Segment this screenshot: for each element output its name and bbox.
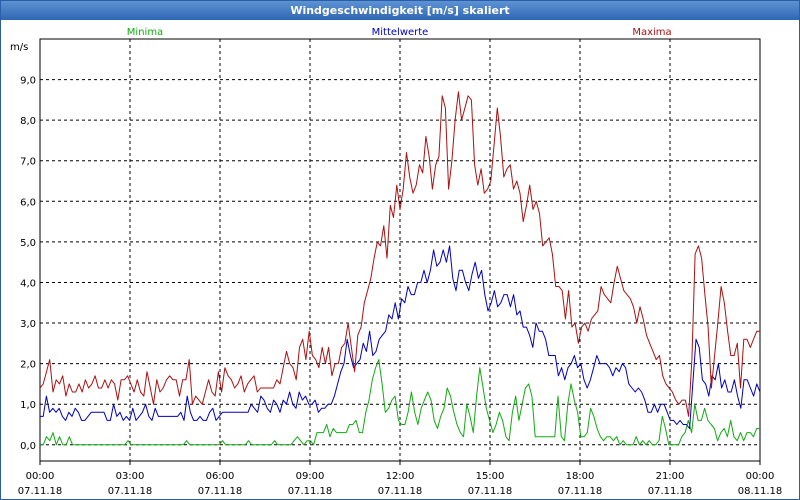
x-tick-time: 06:00	[206, 471, 235, 482]
legend-entry-maxima: Maxima	[632, 27, 671, 38]
x-tick-time: 21:00	[656, 471, 685, 482]
x-tick-time: 18:00	[566, 471, 595, 482]
x-tick-date: 07.11.18	[378, 486, 423, 497]
x-tick-date: 08.11.18	[738, 486, 783, 497]
y-tick-label: 4,0	[20, 278, 36, 289]
x-axis: 00:00 07.11.18 03:00 07.11.18 06:00 07.11.18 0…	[18, 461, 783, 497]
y-tick-label: 6,0	[20, 197, 36, 208]
y-tick-label: 7,0	[20, 157, 36, 168]
y-tick-label: 3,0	[20, 319, 36, 330]
x-tick-time: 03:00	[116, 471, 145, 482]
x-tick-date: 07.11.18	[468, 486, 513, 497]
x-tick-date: 07.11.18	[108, 486, 153, 497]
y-tick-label: 0,0	[20, 441, 36, 452]
y-tick-label: 1,0	[20, 400, 36, 411]
y-axis-label: m/s	[10, 42, 28, 53]
x-tick-time: 12:00	[386, 471, 415, 482]
x-tick-time: 09:00	[296, 471, 325, 482]
x-tick-date: 07.11.18	[198, 486, 243, 497]
legend: Minima Mittelwerte Maxima	[127, 27, 672, 38]
legend-entry-mittelwerte: Mittelwerte	[372, 27, 429, 38]
y-axis: m/s 0,0 1,0 2,0 3,0 4,0 5,0 6,0 7,0 8,0 9,0	[10, 42, 36, 452]
y-tick-label: 5,0	[20, 238, 36, 249]
x-tick-time: 00:00	[26, 471, 55, 482]
x-tick-time: 00:00	[746, 471, 775, 482]
y-tick-label: 8,0	[20, 116, 36, 127]
y-tick-label: 2,0	[20, 360, 36, 371]
x-tick-date: 07.11.18	[18, 486, 63, 497]
wind-speed-chart: m/s 0,0 1,0 2,0 3,0 4,0 5,0 6,0 7,0 8,0 9,0 00:00…	[10, 27, 783, 497]
legend-entry-minima: Minima	[127, 27, 163, 38]
x-tick-date: 07.11.18	[288, 486, 333, 497]
x-tick-date: 07.11.18	[558, 486, 603, 497]
x-tick-time: 15:00	[476, 471, 505, 482]
y-tick-label: 9,0	[20, 76, 36, 87]
x-tick-date: 07.11.18	[648, 486, 693, 497]
